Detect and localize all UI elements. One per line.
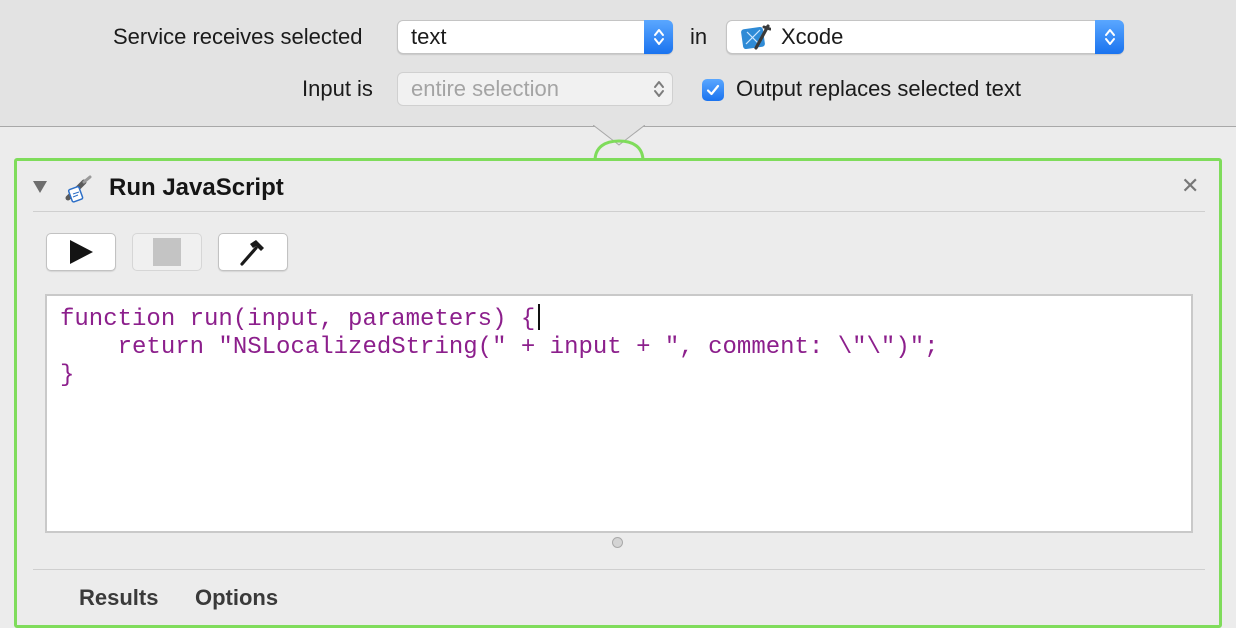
popup-stepper-icon	[1095, 20, 1124, 54]
code-text[interactable]: function run(input, parameters) { return…	[60, 304, 939, 390]
input-type-popup[interactable]: text	[397, 20, 673, 54]
disclosure-triangle-icon[interactable]	[32, 180, 48, 199]
xcode-icon	[739, 24, 772, 61]
close-icon[interactable]: ✕	[1181, 174, 1199, 198]
script-action-icon	[64, 174, 94, 209]
application-value: Xcode	[781, 24, 844, 49]
popup-stepper-icon	[644, 72, 673, 106]
service-receives-label: Service receives selected	[113, 24, 363, 49]
editor-resize-handle[interactable]	[612, 537, 623, 548]
output-replaces-checkbox[interactable]	[702, 79, 724, 101]
stop-icon	[153, 238, 181, 266]
code-editor[interactable]: function run(input, parameters) { return…	[45, 294, 1193, 533]
play-icon	[70, 240, 93, 264]
input-is-label: Input is	[302, 76, 373, 101]
input-is-value: entire selection	[411, 76, 559, 101]
popup-stepper-icon	[644, 20, 673, 54]
run-button[interactable]	[46, 233, 116, 271]
code-line-3: }	[60, 362, 75, 389]
checkmark-icon	[706, 84, 720, 96]
tab-options[interactable]: Options	[195, 585, 278, 611]
footer-divider	[33, 569, 1205, 570]
stop-button[interactable]	[132, 233, 202, 271]
input-is-popup[interactable]: entire selection	[397, 72, 673, 106]
compile-button[interactable]	[218, 233, 288, 271]
header-divider	[33, 211, 1205, 212]
service-config-bar: Service receives selected text in Xcode …	[0, 0, 1236, 127]
hammer-icon	[240, 240, 264, 266]
code-line-1: function run(input, parameters) {	[60, 306, 536, 333]
tab-results[interactable]: Results	[79, 585, 158, 611]
in-label: in	[690, 24, 708, 49]
output-replaces-label: Output replaces selected text	[736, 76, 1021, 101]
text-caret	[538, 304, 541, 330]
application-popup[interactable]: Xcode	[726, 20, 1124, 54]
run-javascript-action[interactable]: Run JavaScript ✕ function run(input, par…	[14, 158, 1222, 628]
input-type-value: text	[411, 24, 447, 49]
action-title: Run JavaScript	[109, 174, 284, 201]
action-header: Run JavaScript ✕	[17, 161, 1219, 213]
code-line-2: return "NSLocalizedString(" + input + ",…	[60, 334, 939, 361]
